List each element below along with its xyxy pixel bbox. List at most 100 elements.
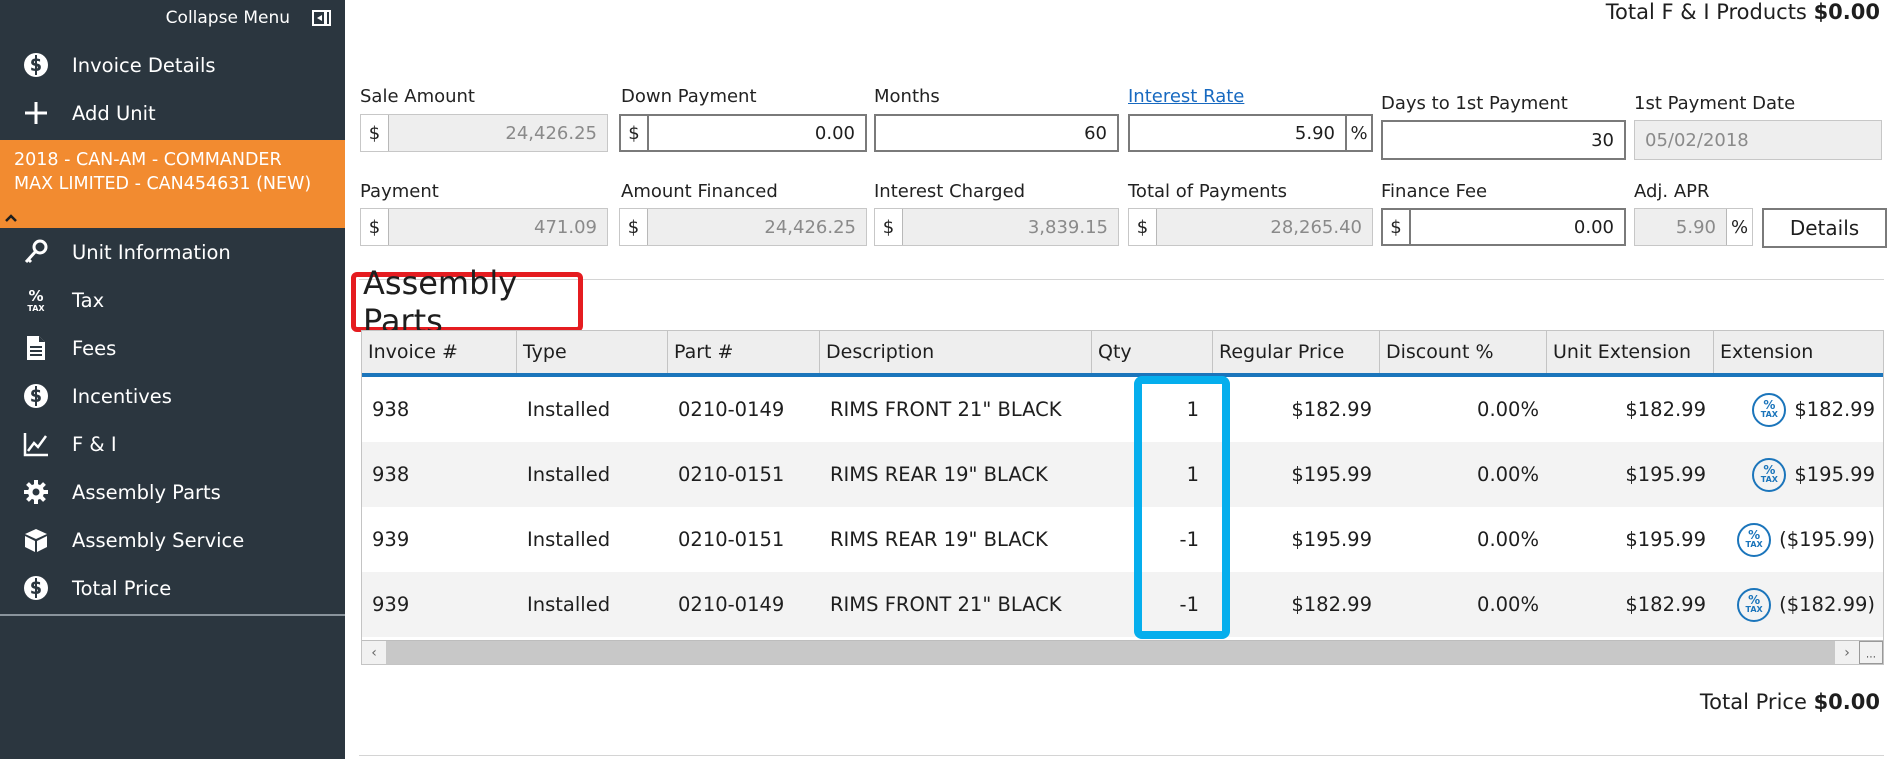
more-options-icon[interactable]: ⋯ — [1859, 641, 1883, 664]
cell-qty[interactable]: -1 — [1092, 507, 1213, 572]
sale-amount-value: 24,426.25 — [505, 122, 597, 144]
cell-invoice: 938 — [372, 463, 410, 486]
total-price-value: $0.00 — [1813, 690, 1880, 714]
cell-description: RIMS FRONT 21" BLACK — [830, 593, 1062, 616]
cell-regular-price: $195.99 — [1291, 528, 1372, 551]
interest-rate-value[interactable]: 5.90 — [1130, 116, 1345, 150]
cell-discount: 0.00% — [1477, 398, 1539, 421]
column-header-description[interactable]: Description — [820, 331, 1092, 373]
sidebar-item-label: Incentives — [72, 384, 172, 408]
bottom-divider — [359, 755, 1884, 756]
tax-icon[interactable]: % TAX — [1752, 392, 1787, 427]
cell-extension: % TAX ($182.99) — [1714, 572, 1883, 637]
amount-financed-value: 24,426.25 — [764, 216, 856, 238]
cell-unit-extension: $182.99 — [1625, 593, 1706, 616]
details-button[interactable]: Details — [1762, 208, 1887, 248]
total-of-payments-value: 28,265.40 — [1270, 216, 1362, 238]
column-header-regular-price[interactable]: Regular Price — [1213, 331, 1380, 373]
sidebar-item-fees[interactable]: Fees — [0, 325, 345, 371]
amount-financed-label: Amount Financed — [621, 181, 778, 202]
down-payment-value[interactable]: 0.00 — [649, 116, 865, 150]
sidebar-item-total-price[interactable]: S Total Price — [0, 565, 345, 611]
horizontal-scrollbar[interactable]: ‹ › ⋯ — [362, 640, 1883, 664]
finance-fee-input[interactable]: $ 0.00 — [1381, 208, 1626, 246]
adj-apr-field: 5.90 % — [1634, 208, 1753, 246]
table-row[interactable]: 939 Installed 0210-0151 RIMS REAR 19" BL… — [362, 507, 1883, 572]
tax-icon[interactable]: % TAX — [1737, 522, 1772, 557]
unit-line-1: 2018 - CAN-AM - COMMANDER — [14, 150, 282, 170]
column-header-type[interactable]: Type — [517, 331, 668, 373]
collapse-menu-label: Collapse Menu — [165, 8, 290, 28]
table-row[interactable]: 938 Installed 0210-0149 RIMS FRONT 21" B… — [362, 377, 1883, 442]
months-value[interactable]: 60 — [876, 116, 1117, 150]
months-label: Months — [874, 86, 940, 107]
interest-charged-field: $ 3,839.15 — [874, 208, 1119, 246]
extension-value: $195.99 — [1794, 463, 1875, 486]
sidebar-item-label: Fees — [72, 336, 117, 360]
extension-value: ($195.99) — [1779, 528, 1875, 551]
unit-line-2: MAX LIMITED - CAN454631 (NEW) — [14, 174, 312, 194]
dollar-circle-icon: S — [22, 51, 50, 79]
days-to-first-payment-input[interactable]: 30 — [1381, 120, 1626, 160]
cell-qty[interactable]: 1 — [1092, 377, 1213, 442]
months-input[interactable]: 60 — [874, 114, 1119, 152]
selected-unit[interactable]: 2018 - CAN-AM - COMMANDER MAX LIMITED - … — [0, 140, 345, 228]
collapse-menu-button[interactable]: Collapse Menu — [166, 8, 331, 28]
tax-icon[interactable]: % TAX — [1737, 587, 1772, 622]
table-row[interactable]: 938 Installed 0210-0151 RIMS REAR 19" BL… — [362, 442, 1883, 507]
svg-text:%: % — [28, 287, 43, 305]
tax-icon[interactable]: % TAX — [1752, 457, 1787, 492]
cell-invoice: 939 — [372, 528, 410, 551]
column-header-part[interactable]: Part # — [668, 331, 820, 373]
cell-description: RIMS REAR 19" BLACK — [830, 463, 1048, 486]
line-chart-icon — [22, 430, 50, 458]
cell-type: Installed — [527, 398, 611, 421]
interest-charged-value: 3,839.15 — [1027, 216, 1108, 238]
cell-extension: % TAX ($195.99) — [1714, 507, 1883, 572]
column-header-invoice[interactable]: Invoice # — [362, 331, 517, 373]
percent-symbol: % — [1726, 209, 1752, 245]
extension-value: ($182.99) — [1779, 593, 1875, 616]
column-header-discount[interactable]: Discount % — [1380, 331, 1547, 373]
sidebar-item-label: Assembly Parts — [72, 480, 221, 504]
assembly-parts-title: Assembly Parts — [351, 264, 583, 340]
scroll-right-arrow-icon[interactable]: › — [1835, 641, 1859, 664]
cell-extension: % TAX $182.99 — [1714, 377, 1883, 442]
sidebar-item-label: Invoice Details — [72, 53, 216, 77]
days-to-first-payment-value[interactable]: 30 — [1383, 122, 1624, 158]
sidebar-item-assembly-parts[interactable]: Assembly Parts — [0, 469, 345, 515]
chevron-up-icon[interactable] — [4, 212, 18, 224]
sidebar-item-label: F & I — [72, 432, 117, 456]
column-header-unit-extension[interactable]: Unit Extension — [1547, 331, 1714, 373]
grid-header: Invoice # Type Part # Description Qty Re… — [362, 331, 1883, 377]
column-header-qty[interactable]: Qty — [1092, 331, 1213, 373]
interest-rate-input[interactable]: 5.90 % — [1128, 114, 1373, 152]
sidebar-item-f-and-i[interactable]: F & I — [0, 421, 345, 467]
assembly-parts-grid: Invoice # Type Part # Description Qty Re… — [361, 330, 1884, 665]
cell-extension: % TAX $195.99 — [1714, 442, 1883, 507]
amount-financed-field: $ 24,426.25 — [619, 208, 867, 246]
sidebar-item-incentives[interactable]: S Incentives — [0, 373, 345, 419]
sidebar-item-add-unit[interactable]: Add Unit — [0, 90, 345, 136]
cell-qty[interactable]: 1 — [1092, 442, 1213, 507]
down-payment-label: Down Payment — [621, 86, 757, 107]
sidebar-item-tax[interactable]: % TAX Tax — [0, 277, 345, 323]
sidebar: Collapse Menu S Invoice Details Add Unit… — [0, 0, 345, 759]
document-icon — [22, 334, 50, 362]
total-fi-products: Total F & I Products $0.00 — [1606, 0, 1880, 24]
scroll-left-arrow-icon[interactable]: ‹ — [362, 641, 386, 664]
finance-fee-value[interactable]: 0.00 — [1411, 210, 1624, 244]
sidebar-item-assembly-service[interactable]: Assembly Service — [0, 517, 345, 563]
sidebar-item-unit-information[interactable]: Unit Information — [0, 229, 345, 275]
cell-qty[interactable]: -1 — [1092, 572, 1213, 637]
interest-rate-link[interactable]: Interest Rate — [1128, 86, 1244, 107]
column-header-extension[interactable]: Extension — [1714, 331, 1883, 373]
plus-icon — [22, 99, 50, 127]
down-payment-input[interactable]: $ 0.00 — [619, 114, 867, 152]
cell-regular-price: $182.99 — [1291, 593, 1372, 616]
finance-fee-label: Finance Fee — [1381, 181, 1488, 202]
table-row[interactable]: 939 Installed 0210-0149 RIMS FRONT 21" B… — [362, 572, 1883, 637]
currency-symbol: $ — [621, 116, 649, 150]
payment-value: 471.09 — [534, 216, 597, 238]
sidebar-item-invoice-details[interactable]: S Invoice Details — [0, 42, 345, 88]
